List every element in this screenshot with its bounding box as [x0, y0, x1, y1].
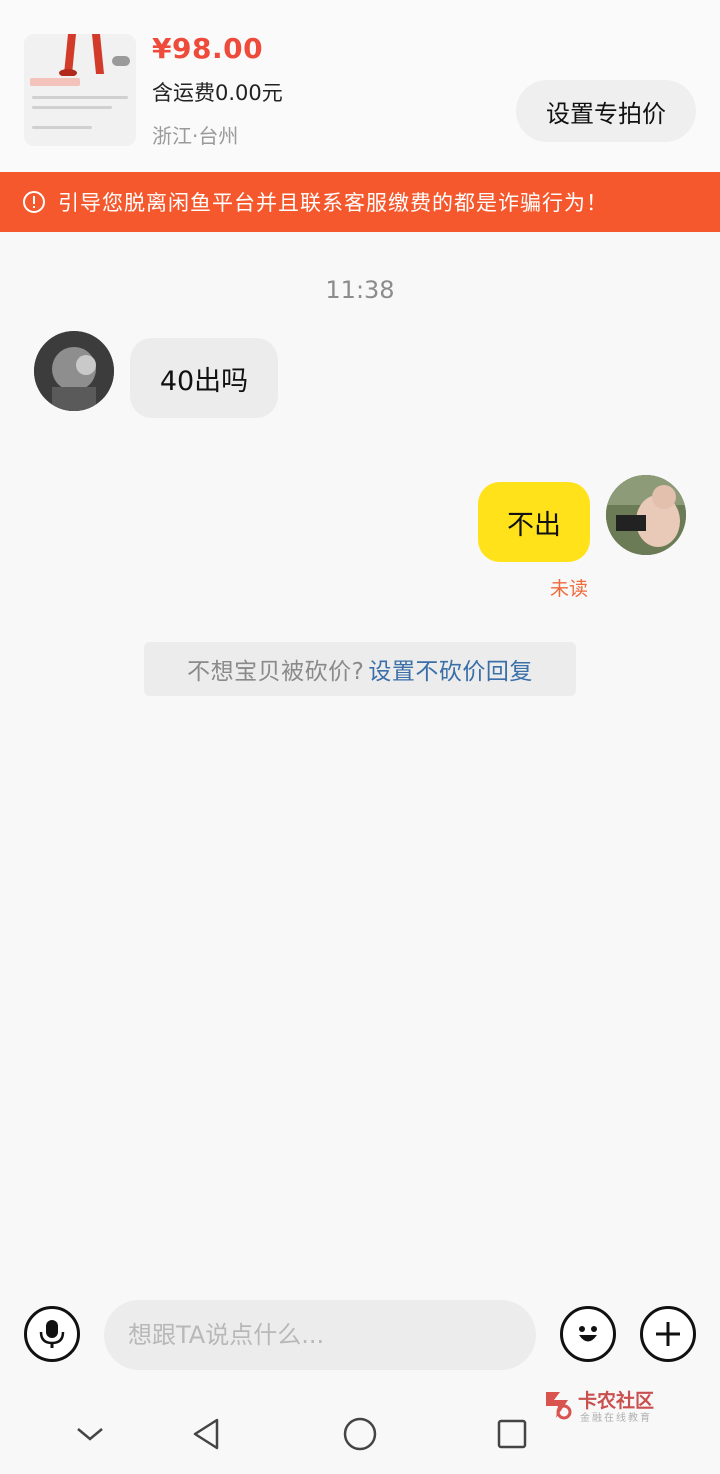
thumb-text-line [32, 126, 92, 129]
back-nav-button[interactable] [184, 1412, 228, 1456]
smiley-icon [579, 1326, 597, 1342]
shipping-fee: 含运费0.00元 [152, 81, 283, 105]
chat-input-bar [0, 1290, 720, 1384]
plus-icon [656, 1322, 680, 1346]
message-bubble-received[interactable]: 40出吗 [130, 338, 278, 418]
set-special-price-button[interactable]: 设置专拍价 [516, 80, 696, 142]
system-nav-bar [0, 1396, 720, 1474]
more-actions-button[interactable] [640, 1306, 696, 1362]
product-thumbnail[interactable] [24, 34, 136, 146]
warning-text: 引导您脱离闲鱼平台并且联系客服缴费的都是诈骗行为！ [58, 191, 608, 215]
thumb-text-line [32, 106, 112, 109]
collapse-nav-button[interactable] [68, 1412, 112, 1456]
home-nav-button[interactable] [338, 1412, 382, 1456]
avatar-self-image [606, 475, 686, 555]
thumb-price-tag [30, 78, 80, 86]
thumb-badge [112, 56, 130, 66]
my-avatar[interactable] [606, 475, 686, 555]
back-triangle-icon [193, 1418, 219, 1450]
message-bubble-sent[interactable]: 不出 [478, 482, 590, 562]
voice-button[interactable] [24, 1306, 80, 1362]
thumb-text-line [32, 96, 128, 99]
recents-nav-button[interactable] [490, 1412, 534, 1456]
emoji-button[interactable] [560, 1306, 616, 1362]
product-price: ¥98.00 [152, 32, 264, 65]
recents-square-icon [497, 1419, 527, 1449]
bargain-tip-text: 不想宝贝被砍价? [187, 659, 365, 685]
product-card[interactable]: ¥98.00 含运费0.00元 浙江·台州 设置专拍价 [0, 0, 720, 172]
product-photo-legs [59, 34, 104, 76]
bargain-tip: 不想宝贝被砍价? 设置不砍价回复 [144, 642, 576, 696]
unread-status: 未读 [550, 578, 589, 600]
fraud-warning-banner: 引导您脱离闲鱼平台并且联系客服缴费的都是诈骗行为！ [0, 172, 720, 232]
message-input[interactable] [104, 1300, 536, 1370]
microphone-icon [39, 1320, 65, 1348]
exclamation-circle-icon [23, 191, 45, 213]
message-timestamp: 11:38 [325, 276, 395, 304]
home-circle-icon [343, 1417, 377, 1451]
other-user-avatar[interactable] [34, 331, 114, 411]
set-no-bargain-reply-link[interactable]: 设置不砍价回复 [368, 652, 533, 686]
product-location: 浙江·台州 [152, 124, 239, 148]
avatar-other-image [34, 331, 114, 411]
chevron-down-icon [77, 1428, 103, 1441]
